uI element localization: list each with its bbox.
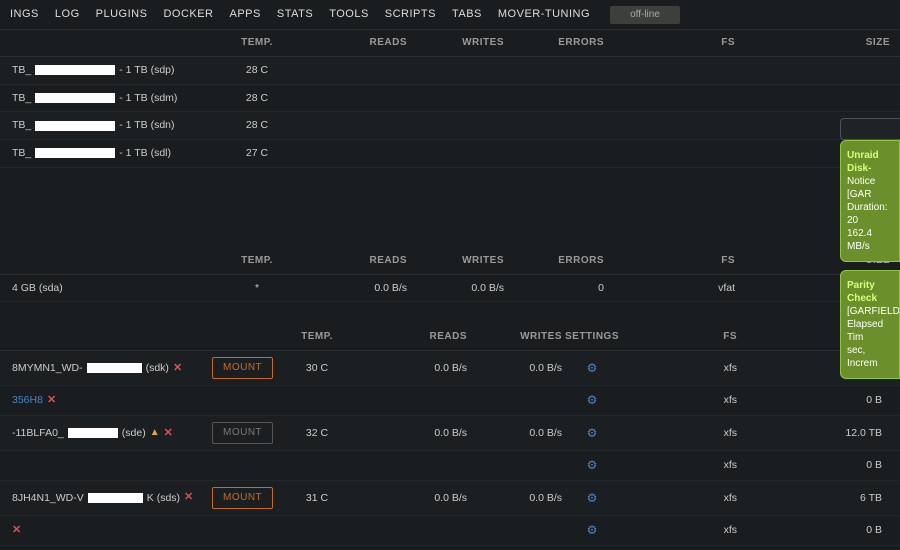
device-label: 4 GB (sda) [12, 281, 212, 296]
device-label: TB_ - 1 TB (sdl) [12, 146, 212, 161]
section1-header: TEMP. READS WRITES ERRORS FS SIZE [0, 30, 900, 57]
table-row: 8JH4N1_WD-VK (sds) ✕MOUNT31 C0.0 B/s0.0 … [0, 481, 900, 516]
share-settings-icon[interactable]: ⚙ [587, 361, 598, 375]
nav-item[interactable]: PLUGINS [96, 7, 148, 22]
nav-item[interactable]: TABS [452, 7, 482, 22]
notification-card[interactable]: Unraid Disk- Notice [GAR Duration: 20 16… [840, 140, 900, 262]
notification-card[interactable]: Parity Check [GARFIELD] Elapsed Tim sec,… [840, 270, 900, 379]
col-errors: ERRORS [504, 36, 604, 50]
table-row: -11BLFA0_ (sde) ▲ ✕MOUNT32 C0.0 B/s0.0 B… [0, 416, 900, 451]
share-settings-icon[interactable]: ⚙ [587, 393, 598, 407]
device-label: 8JH4N1_WD-VK (sds) ✕ [12, 490, 212, 505]
col-reads: READS [302, 36, 407, 50]
table-row: ⚙xfs0 B [0, 451, 900, 481]
share-settings-icon[interactable]: ⚙ [587, 458, 598, 472]
mount-button[interactable]: MOUNT [212, 357, 273, 379]
share-settings-icon[interactable]: ⚙ [587, 523, 598, 537]
mount-button[interactable]: MOUNT [212, 422, 273, 444]
mount-button[interactable]: MOUNT [212, 487, 273, 509]
warning-icon[interactable]: ▲ [150, 426, 160, 440]
disks-link[interactable]: DISKS [0, 302, 900, 324]
section3-header: TEMP. READS WRITES SETTINGS FS SIZE [0, 324, 900, 351]
nav-item[interactable]: SCRIPTS [385, 7, 436, 22]
table-row: TB_ - 1 TB (sdn)28 C [0, 112, 900, 140]
table-row: 8MYMN1_WD- (sdk) ✕MOUNT30 C0.0 B/s0.0 B/… [0, 351, 900, 386]
nav-item[interactable]: INGS [10, 7, 39, 22]
share-settings-icon[interactable]: ⚙ [587, 426, 598, 440]
device-label: ✕ [12, 523, 212, 538]
remove-icon[interactable]: ✕ [164, 426, 173, 441]
share-settings-icon[interactable]: ⚙ [587, 491, 598, 505]
section2-header: TEMP. READS WRITES ERRORS FS SIZE [0, 248, 900, 275]
partition-link[interactable]: 356H8 [12, 393, 43, 408]
table-row: ✕⚙xfs0 B [0, 516, 900, 546]
col-writes: WRITES [407, 36, 504, 50]
top-nav: INGS LOG PLUGINS DOCKER APPS STATS TOOLS… [0, 0, 900, 30]
device-label: -11BLFA0_ (sde) ▲ ✕ [12, 426, 212, 441]
device-label: 8MYMN1_WD- (sdk) ✕ [12, 361, 212, 376]
device-label: TB_ - 1 TB (sdp) [12, 63, 212, 78]
nav-item[interactable]: DOCKER [163, 7, 213, 22]
remove-icon[interactable]: ✕ [12, 523, 21, 538]
notifications: Unraid Disk- Notice [GAR Duration: 20 16… [840, 140, 900, 379]
remove-icon[interactable]: ✕ [173, 361, 182, 376]
remove-icon[interactable]: ✕ [184, 490, 193, 505]
nav-item[interactable]: STATS [277, 7, 313, 22]
nav-item[interactable]: APPS [230, 7, 261, 22]
nav-item[interactable]: MOVER-TUNING [498, 7, 590, 22]
table-row: TB_ - 1 TB (sdp)28 C [0, 57, 900, 85]
col-size: SIZE [735, 36, 890, 50]
table-row: 4 GB (sda) * 0.0 B/s 0.0 B/s 0 vfat 15.4… [0, 275, 900, 303]
search-input[interactable] [840, 118, 900, 140]
status-badge: off-line [610, 6, 680, 24]
device-label: TB_ - 1 TB (sdn) [12, 118, 212, 133]
table-row: TB_ - 1 TB (sdm)28 C [0, 85, 900, 113]
col-fs: FS [604, 36, 735, 50]
remove-icon[interactable]: ✕ [47, 393, 56, 408]
device-label: 356H8 ✕ [12, 393, 212, 408]
nav-item[interactable]: TOOLS [329, 7, 369, 22]
col-temp: TEMP. [212, 36, 302, 50]
table-row: 356H8 ✕⚙xfs0 B [0, 386, 900, 416]
nav-item[interactable]: LOG [55, 7, 80, 22]
table-row: TB_ - 1 TB (sdl)27 C [0, 140, 900, 168]
device-label: TB_ - 1 TB (sdm) [12, 91, 212, 106]
